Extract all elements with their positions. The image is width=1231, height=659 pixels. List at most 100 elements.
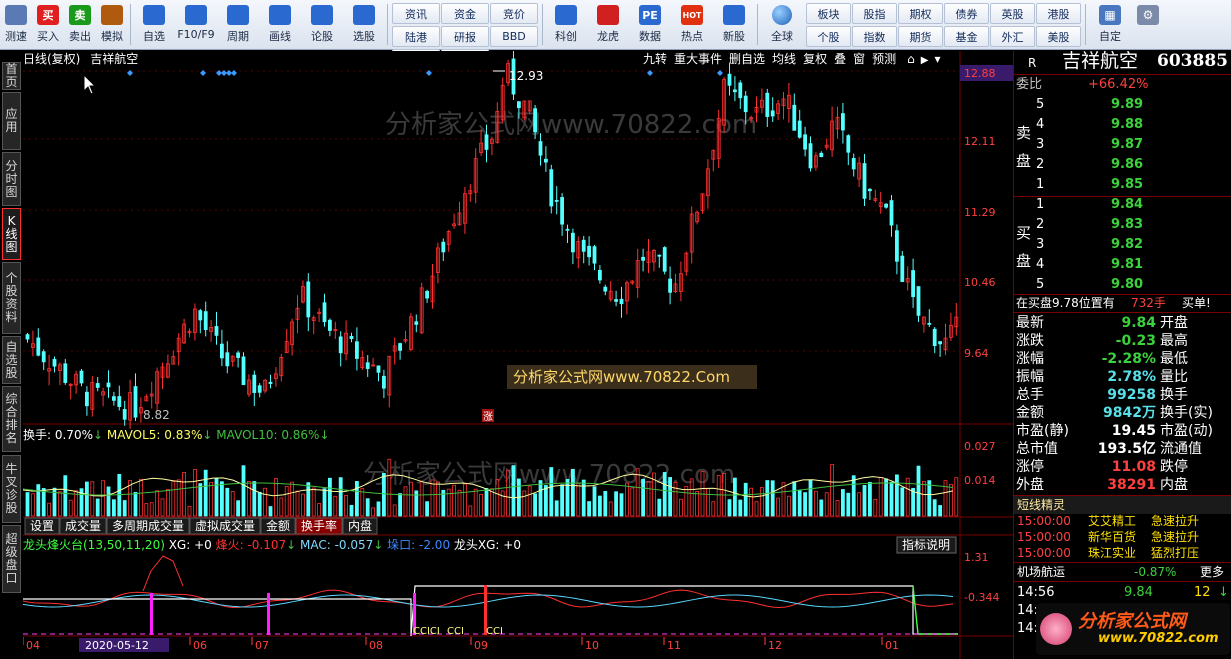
buy-button[interactable]: 买买入 (32, 0, 64, 49)
customize-icon: ▦ (1099, 5, 1121, 25)
volume-bar (500, 490, 505, 517)
toolbar-link-英股[interactable]: 英股 (990, 3, 1035, 24)
sidebar-tab-0[interactable]: 首页 (2, 62, 21, 90)
event-marker-icon[interactable] (231, 70, 237, 76)
sell-button[interactable]: 卖卖出 (64, 0, 96, 49)
stat-value: 19.45 (1111, 423, 1156, 439)
sprite-item[interactable]: 15:00:00 新华百货 急速拉升 (1014, 529, 1231, 545)
customize-button[interactable]: ▦ 自定 (1088, 0, 1132, 49)
candles (25, 51, 959, 429)
toolbar-link-陆港[interactable]: 陆港 (392, 26, 440, 47)
vol-legend-part: ↓ (202, 428, 216, 442)
candle-body (662, 247, 667, 272)
pencil-button[interactable]: 画线 (259, 0, 301, 49)
candle-body (338, 336, 343, 354)
event-marker-icon[interactable] (717, 70, 723, 76)
toolbar-link-债券[interactable]: 债券 (944, 3, 989, 24)
toolbar-link-资金[interactable]: 资金 (441, 3, 489, 24)
stock-pick-button[interactable]: 选股 (343, 0, 385, 49)
vol-tab-label[interactable]: 换手率 (301, 518, 337, 533)
toolbar-link-指数[interactable]: 指数 (852, 26, 897, 47)
toolbar-link-美股[interactable]: 美股 (1036, 26, 1081, 47)
sprite-header[interactable]: 短线精灵 (1014, 496, 1231, 514)
sidebar-tab-char: 图 (5, 184, 18, 199)
pe-button[interactable]: PE 数据 (629, 0, 671, 49)
toolbar-link-BBD[interactable]: BBD (490, 26, 538, 47)
volume-bar (360, 488, 365, 517)
sprite-title: 短线精灵 (1017, 498, 1066, 512)
vol-tab-label[interactable]: 成交量 (65, 518, 101, 533)
f10-button[interactable]: F10/F9 (175, 0, 217, 49)
sidebar-tab-7[interactable]: 牛叉诊股 (2, 455, 21, 523)
event-marker-icon[interactable] (200, 70, 206, 76)
volume-bar (765, 480, 770, 517)
gavel-button[interactable]: 模拟 (96, 0, 128, 49)
volume-bar (311, 487, 316, 517)
candle-body (381, 375, 386, 389)
chart-canvas[interactable]: 12.88 12.11 11.29 10.46 9.64 分析家公式网www.70822.… (23, 51, 1013, 659)
dragon-button[interactable]: 龙虎 (587, 0, 629, 49)
vol-tab-label[interactable]: 虚拟成交量 (195, 518, 255, 533)
sidebar-tab-2[interactable]: 分时图 (2, 152, 21, 206)
indicator-legend-part: ↓ (373, 538, 387, 552)
toolbar-link-资讯[interactable]: 资讯 (392, 3, 440, 24)
buy-notice: 在买盘9.78位置有 732手 买单! (1016, 294, 1230, 312)
volume-bar (85, 481, 89, 517)
sidebar-tab-char: 选 (5, 352, 18, 367)
clock-button[interactable]: 周期 (217, 0, 259, 49)
candle-body (133, 386, 138, 418)
vol-tab-label[interactable]: 设置 (30, 519, 54, 533)
volume-bar (122, 500, 127, 517)
stat-value: 9842万 (1103, 405, 1156, 421)
toolbar-link-期货[interactable]: 期货 (898, 26, 943, 47)
toolbar-link-股指[interactable]: 股指 (852, 3, 897, 24)
toolbar-link-基金[interactable]: 基金 (944, 26, 989, 47)
sell-icon: 卖 (69, 5, 91, 25)
sector-row[interactable]: 机场航运 -0.87% 更多 (1014, 563, 1231, 581)
volume-bar (911, 487, 915, 517)
candle-body (571, 232, 575, 253)
new-stock-button[interactable]: 新股 (713, 0, 755, 49)
indicator-help-label[interactable]: 指标说明 (902, 537, 950, 552)
sidebar-tab-6[interactable]: 综合排名 (2, 386, 21, 452)
toolbar-link-期权[interactable]: 期权 (898, 3, 943, 24)
toolbar-link-个股[interactable]: 个股 (806, 26, 851, 47)
sidebar-tab-1[interactable]: 应用 (2, 92, 21, 150)
x-axis-label: 10 (585, 639, 599, 652)
candle-body (203, 311, 208, 331)
volume-bar (95, 498, 100, 517)
toolbar-link-研报[interactable]: 研报 (441, 26, 489, 47)
sidebar-tab-4[interactable]: 个股资料 (2, 262, 21, 334)
speedometer-button[interactable]: 测速 (0, 0, 32, 49)
sidebar-tab-3[interactable]: K线图 (2, 208, 21, 260)
sprite-stock: 珠江实业 (1088, 546, 1137, 560)
sidebar-tab-char: 时 (5, 171, 18, 186)
star-button[interactable]: 自选 (133, 0, 175, 49)
stat-right-label: 最低 (1160, 351, 1188, 367)
vol-tab-label[interactable]: 多周期成交量 (112, 518, 184, 533)
hot-button[interactable]: HOT 热点 (671, 0, 713, 49)
toolbar-button-label: 新股 (723, 30, 745, 43)
sprite-item[interactable]: 15:00:00 艾艾精工 急速拉升 (1014, 513, 1231, 529)
sidebar-tab-8[interactable]: 超级盘口 (2, 525, 21, 593)
kline-chart-area[interactable]: 日线(复权) 吉祥航空 九转 重大事件 删自选 均线 复权叠窗预测 ⌂ ▶ ▾ 12.88 12… (23, 51, 1013, 659)
discuss-button[interactable]: 论股 (301, 0, 343, 49)
volume-bar (922, 481, 926, 517)
vol-tab-label[interactable]: 内盘 (348, 518, 372, 533)
volume-bar (171, 481, 176, 517)
toolbar-link-板块[interactable]: 板块 (806, 3, 851, 24)
volume-bar (851, 475, 856, 517)
toolbar-link-竞价[interactable]: 竞价 (490, 3, 538, 24)
toolbar-separator (130, 4, 131, 45)
sidebar-tab-5[interactable]: 自选股 (2, 336, 21, 384)
toolbar-link-外汇[interactable]: 外汇 (990, 26, 1035, 47)
tools-button[interactable]: ⚙ (1132, 0, 1164, 49)
sprite-item[interactable]: 15:00:00 珠江实业 猛烈打压 (1014, 545, 1231, 561)
global-button[interactable]: 全球 (760, 0, 804, 49)
chart-button[interactable]: 科创 (545, 0, 587, 49)
toolbar-button-label: 自选 (143, 30, 165, 43)
vol-tab-label[interactable]: 金额 (266, 518, 290, 533)
toolbar-link-港股[interactable]: 港股 (1036, 3, 1081, 24)
toolbar-mid-group: 自选 F10/F9 周期 画线 论股 选股 (133, 0, 385, 49)
sector-more-link[interactable]: 更多 (1200, 563, 1224, 581)
